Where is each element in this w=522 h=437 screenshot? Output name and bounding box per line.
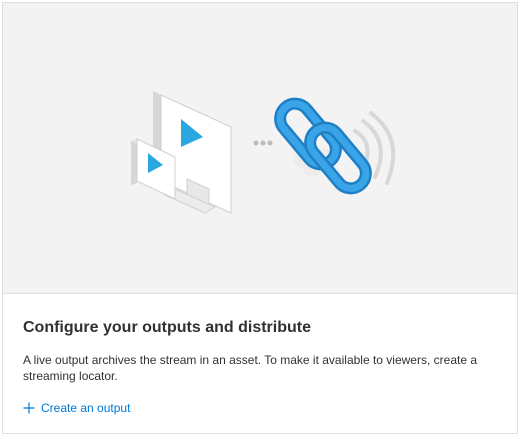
- card-description: A live output archives the stream in an …: [23, 353, 478, 383]
- create-output-label: Create an output: [41, 401, 131, 415]
- hero-illustration: [3, 3, 517, 294]
- output-distribution-card: Configure your outputs and distribute A …: [2, 2, 518, 434]
- chain-link-icon: [274, 97, 372, 195]
- illustration-svg: [131, 91, 396, 214]
- plus-icon: [23, 402, 35, 414]
- create-output-link[interactable]: Create an output: [23, 400, 130, 416]
- card-title: Configure your outputs and distribute: [23, 319, 311, 336]
- ellipsis-icon: [253, 140, 273, 146]
- card-content: Configure your outputs and distribute A …: [23, 317, 503, 419]
